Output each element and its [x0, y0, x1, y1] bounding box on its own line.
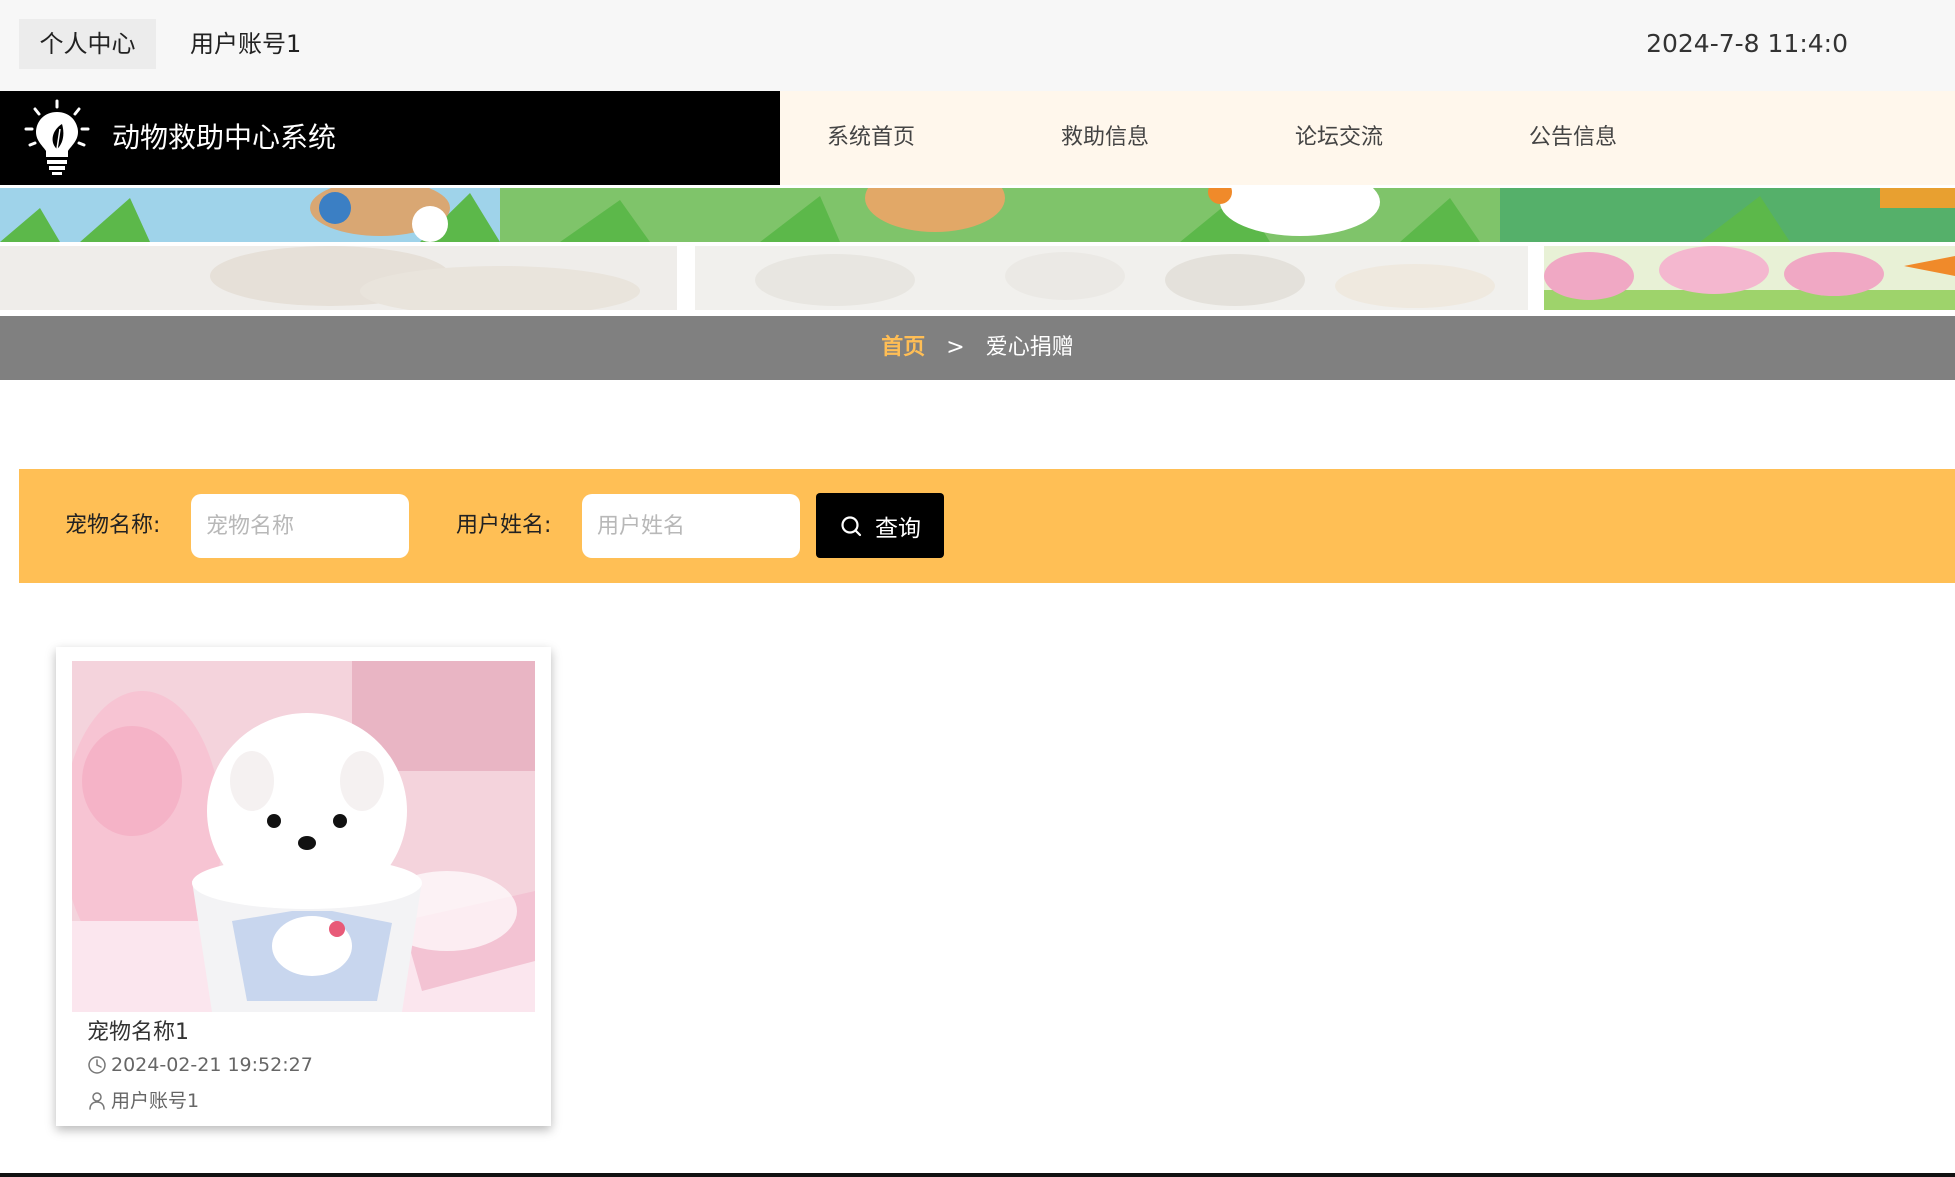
- user-name-input[interactable]: [582, 494, 800, 558]
- thumbnail-image: [695, 246, 1528, 310]
- search-bar: 宠物名称: 用户姓名: 查询: [19, 469, 1955, 583]
- query-button[interactable]: 查询: [816, 493, 944, 558]
- user-icon: [89, 1091, 105, 1110]
- header: 动物救助中心系统 系统首页 救助信息 论坛交流 公告信息: [0, 91, 1955, 185]
- clock-icon: [88, 1056, 106, 1074]
- brand: 动物救助中心系统: [0, 91, 780, 185]
- card-time: 2024-02-21 19:52:27: [87, 1054, 313, 1076]
- thumbnail-image: [1544, 246, 1955, 310]
- site-title: 动物救助中心系统: [112, 121, 337, 154]
- breadcrumb-separator: >: [946, 335, 965, 360]
- nav-home[interactable]: 系统首页: [827, 91, 915, 185]
- donation-card[interactable]: 宠物名称1 2024-02-21 19:52:27 用户账号1: [56, 647, 551, 1126]
- current-datetime: 2024-7-8 11:4:0: [1646, 29, 1848, 58]
- banner-image: [0, 188, 1955, 242]
- card-user: 用户账号1: [87, 1086, 199, 1113]
- footer-divider: [0, 1173, 1955, 1177]
- pet-name-input[interactable]: [191, 494, 409, 558]
- pet-photo[interactable]: [72, 661, 535, 1012]
- search-icon: [841, 515, 862, 536]
- banner-thumbnails: [0, 246, 1955, 310]
- query-button-label: 查询: [875, 514, 921, 541]
- card-time-text: 2024-02-21 19:52:27: [111, 1054, 313, 1076]
- thumbnail-image: [0, 246, 677, 310]
- user-name-label: 用户姓名:: [456, 513, 552, 538]
- top-bar: 个人中心 用户账号1 2024-7-8 11:4:0: [0, 0, 1955, 91]
- card-pet-name[interactable]: 宠物名称1: [87, 1013, 189, 1053]
- breadcrumb-current: 爱心捐赠: [985, 335, 1074, 360]
- pet-name-label: 宠物名称:: [65, 513, 161, 538]
- lightbulb-logo-icon: [24, 99, 90, 175]
- breadcrumb: 首页 > 爱心捐赠: [0, 316, 1955, 380]
- breadcrumb-home-link[interactable]: 首页: [881, 335, 925, 360]
- card-user-text: 用户账号1: [111, 1090, 200, 1112]
- nav-notice[interactable]: 公告信息: [1529, 91, 1617, 185]
- personal-center-button[interactable]: 个人中心: [19, 19, 156, 69]
- nav-forum[interactable]: 论坛交流: [1295, 91, 1383, 185]
- nav-rescue-info[interactable]: 救助信息: [1061, 91, 1149, 185]
- account-name[interactable]: 用户账号1: [190, 19, 301, 69]
